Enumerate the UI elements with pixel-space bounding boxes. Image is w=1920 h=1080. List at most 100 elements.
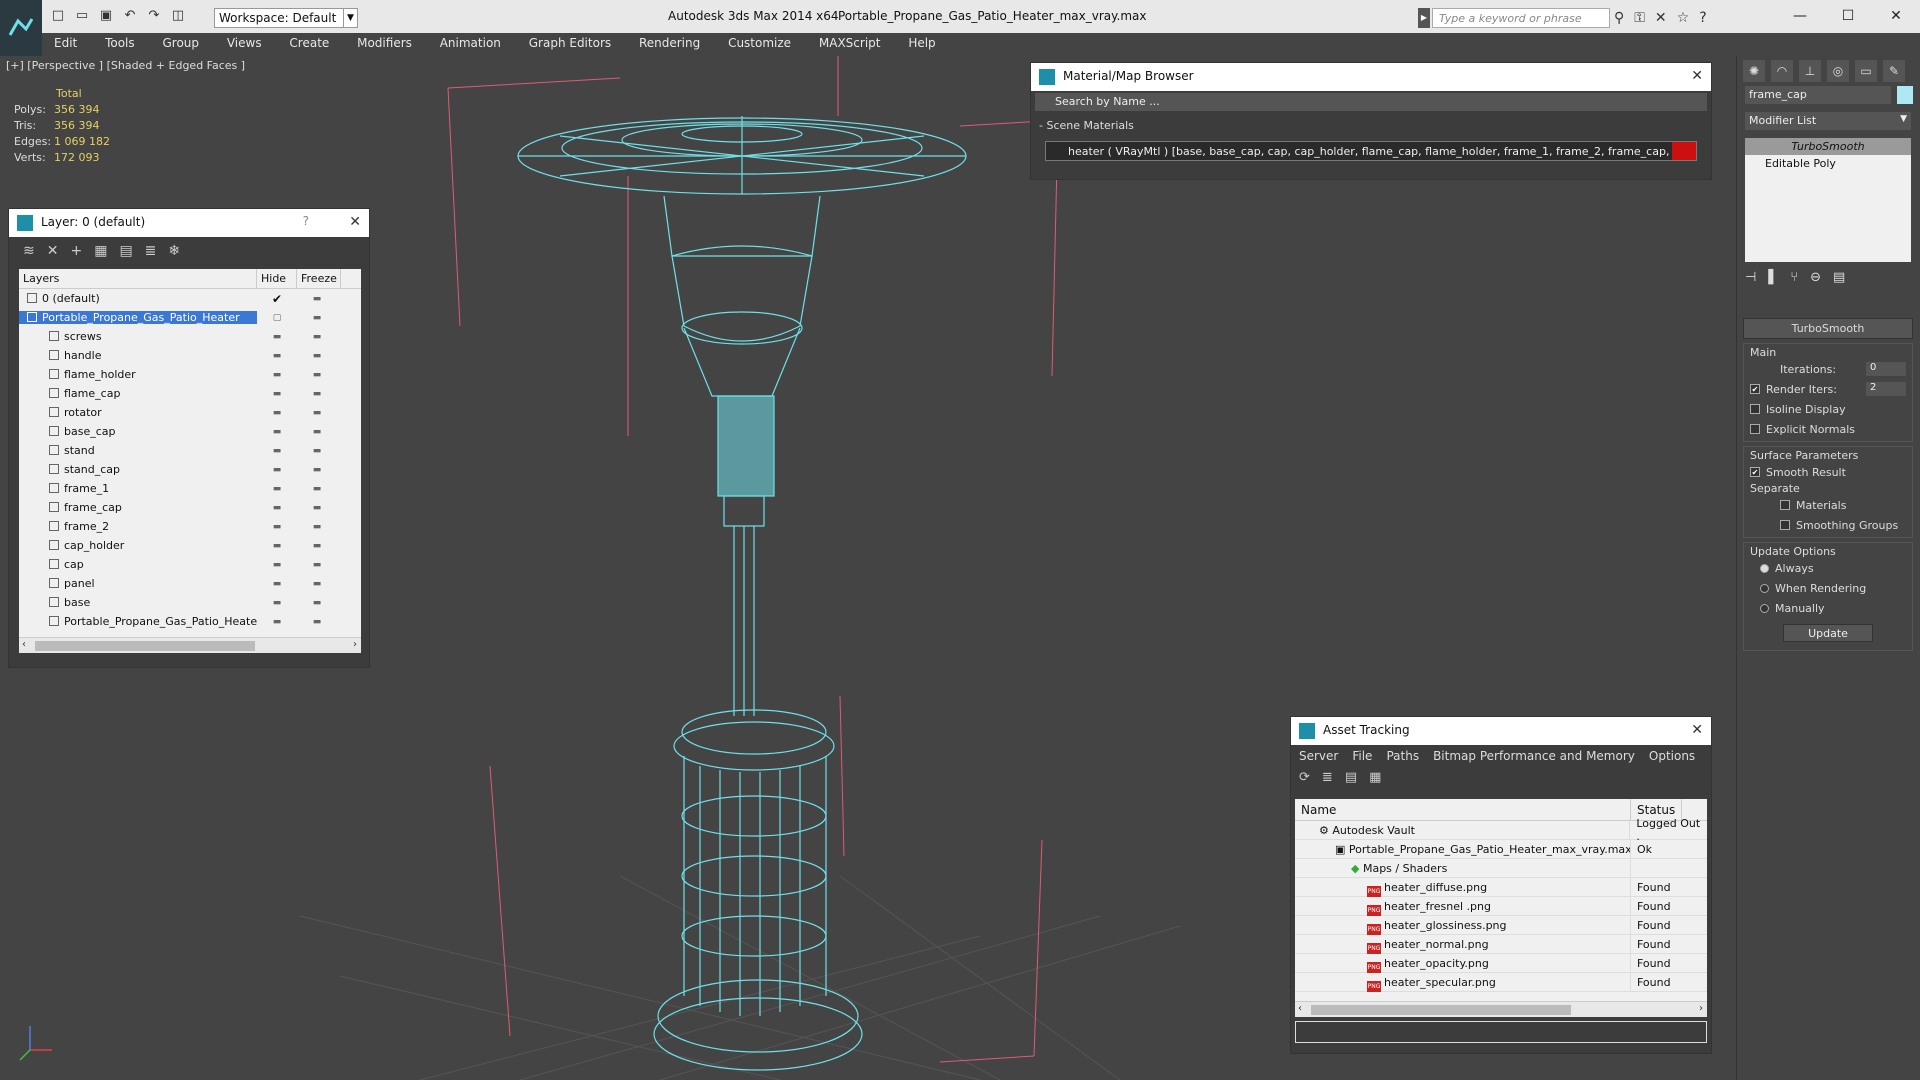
update-button[interactable]: Update [1783,624,1873,642]
isoline-checkbox[interactable] [1750,404,1760,414]
object-row[interactable]: screws ▬ ▬ [19,327,361,346]
pin-stack-icon[interactable]: ⊣ [1745,270,1756,285]
object-row[interactable]: frame_2 ▬ ▬ [19,517,361,536]
menu-views[interactable]: Views [215,33,274,53]
menu-tools[interactable]: Tools [93,33,147,53]
rollout-header[interactable]: TurboSmooth [1743,318,1913,339]
menu-maxscript[interactable]: MAXScript [807,33,893,53]
tree-view-icon[interactable]: ▤ [1345,770,1357,788]
freeze-toggle[interactable]: ▬ [297,313,337,323]
object-row[interactable]: cap_holder ▬ ▬ [19,536,361,555]
undo-icon[interactable]: ↶ [122,8,138,24]
binoculars-icon[interactable]: ⚲ [1614,10,1624,26]
scrollbar-thumb[interactable] [35,641,255,651]
horizontal-scrollbar[interactable]: ‹ › [19,637,361,653]
modify-tab-icon[interactable]: ◠ [1771,60,1793,82]
maximize-button[interactable]: ☐ [1824,0,1872,32]
materials-checkbox[interactable] [1780,500,1790,510]
hide-toggle[interactable]: ▬ [257,617,297,627]
freeze-toggle[interactable]: ▬ [297,579,337,589]
asset-row[interactable]: ▣ Portable_Propane_Gas_Patio_Heater_max_… [1295,839,1707,859]
highlight-layer-icon[interactable]: ▤ [119,243,132,261]
menu-server[interactable]: Server [1299,749,1338,763]
stack-item-editable-poly[interactable]: Editable Poly [1745,155,1911,172]
close-button[interactable]: ✕ [1872,0,1920,32]
menu-modifiers[interactable]: Modifiers [345,33,424,53]
freeze-toggle[interactable]: ▬ [297,427,337,437]
motion-tab-icon[interactable]: ◎ [1827,60,1849,82]
utilities-tab-icon[interactable]: ✎ [1883,60,1905,82]
menu-options[interactable]: Options [1649,749,1695,763]
hide-toggle[interactable]: ▬ [257,598,297,608]
active-check-icon[interactable]: ✔ [257,292,297,306]
scroll-left-icon[interactable]: ‹ [1298,1003,1302,1014]
close-icon[interactable]: ✕ [349,214,361,230]
save-icon[interactable]: ▣ [98,8,114,24]
help-icon[interactable]: ? [303,214,309,228]
freeze-toggle[interactable]: ▬ [297,446,337,456]
layer-row[interactable]: Portable_Propane_Gas_Patio_Heater ▢ ▬ [19,308,361,327]
remove-modifier-icon[interactable]: ⊖ [1810,270,1821,285]
layer-row[interactable]: 0 (default) ✔ ▬ [19,289,361,308]
scene-materials-section[interactable]: - Scene Materials [1039,119,1703,132]
col-hide[interactable]: Hide [257,269,297,288]
workspace-dropdown[interactable]: Workspace: Default ▼ [214,8,358,28]
material-entry[interactable]: heater ( VRayMtl ) [base, base_cap, cap,… [1045,141,1697,161]
freeze-toggle[interactable]: ▬ [297,541,337,551]
asset-row[interactable]: PNG heater_glossiness.png Found [1295,915,1707,935]
object-row[interactable]: stand ▬ ▬ [19,441,361,460]
hide-toggle[interactable]: ▬ [257,427,297,437]
object-row[interactable]: base ▬ ▬ [19,593,361,612]
refresh-icon[interactable]: ⟳ [1299,770,1310,788]
freeze-toggle[interactable]: ▬ [297,560,337,570]
smooth-result-checkbox[interactable]: ✔ [1750,467,1760,477]
material-browser-titlebar[interactable]: Material/Map Browser ✕ [1031,63,1711,91]
hide-toggle[interactable]: ▬ [257,560,297,570]
object-row[interactable]: frame_1 ▬ ▬ [19,479,361,498]
keyword-search-input[interactable]: Type a keyword or phrase [1432,8,1610,28]
scrollbar-thumb[interactable] [1311,1005,1571,1015]
modifier-list-dropdown[interactable]: Modifier List ▼ [1745,112,1911,130]
layer-panel-titlebar[interactable]: Layer: 0 (default) ? ✕ [9,209,369,237]
create-tab-icon[interactable]: ✺ [1743,60,1765,82]
object-row[interactable]: cap ▬ ▬ [19,555,361,574]
search-arrow-icon[interactable]: ▶ [1418,8,1430,28]
asset-row[interactable]: PNG heater_opacity.png Found [1295,953,1707,973]
hide-all-icon[interactable]: ≣ [145,243,157,261]
scroll-right-icon[interactable]: › [353,639,357,650]
menu-animation[interactable]: Animation [428,33,513,53]
menu-paths[interactable]: Paths [1386,749,1419,763]
render-iters-checkbox[interactable]: ✔ [1750,384,1760,394]
table-view-icon[interactable]: ▦ [1369,770,1381,788]
new-file-icon[interactable]: □ [50,8,66,24]
freeze-toggle[interactable]: ▬ [297,617,337,627]
material-search-input[interactable]: Search by Name ... [1035,93,1707,111]
delete-icon[interactable]: ✕ [47,243,59,261]
object-row[interactable]: panel ▬ ▬ [19,574,361,593]
close-icon[interactable]: ✕ [1691,68,1703,84]
freeze-all-icon[interactable]: ❄ [168,243,180,261]
explicit-normals-checkbox[interactable] [1750,424,1760,434]
exchange-icon[interactable]: ✕ [1655,10,1667,26]
freeze-toggle[interactable]: ▬ [297,294,337,304]
hide-toggle[interactable]: ▬ [257,446,297,456]
menu-graph-editors[interactable]: Graph Editors [517,33,623,53]
layer-create-icon[interactable]: ≋ [23,243,35,261]
hide-toggle[interactable]: ▬ [257,522,297,532]
asset-row[interactable]: PNG heater_fresnel .png Found [1295,896,1707,916]
hide-toggle[interactable]: ▬ [257,351,297,361]
close-icon[interactable]: ✕ [1691,722,1703,738]
menu-customize[interactable]: Customize [716,33,803,53]
object-row[interactable]: flame_holder ▬ ▬ [19,365,361,384]
menu-create[interactable]: Create [277,33,341,53]
freeze-toggle[interactable]: ▬ [297,389,337,399]
col-freeze[interactable]: Freeze [297,269,341,288]
minimize-button[interactable]: — [1776,0,1824,32]
asset-row[interactable]: PNG heater_normal.png Found [1295,934,1707,954]
menu-edit[interactable]: Edit [42,33,89,53]
hide-toggle[interactable]: ▬ [257,503,297,513]
menu-rendering[interactable]: Rendering [627,33,712,53]
menu-file[interactable]: File [1352,749,1372,763]
hold-icon[interactable]: ◫ [170,8,186,24]
menu-bitmap-performance[interactable]: Bitmap Performance and Memory [1433,749,1635,763]
